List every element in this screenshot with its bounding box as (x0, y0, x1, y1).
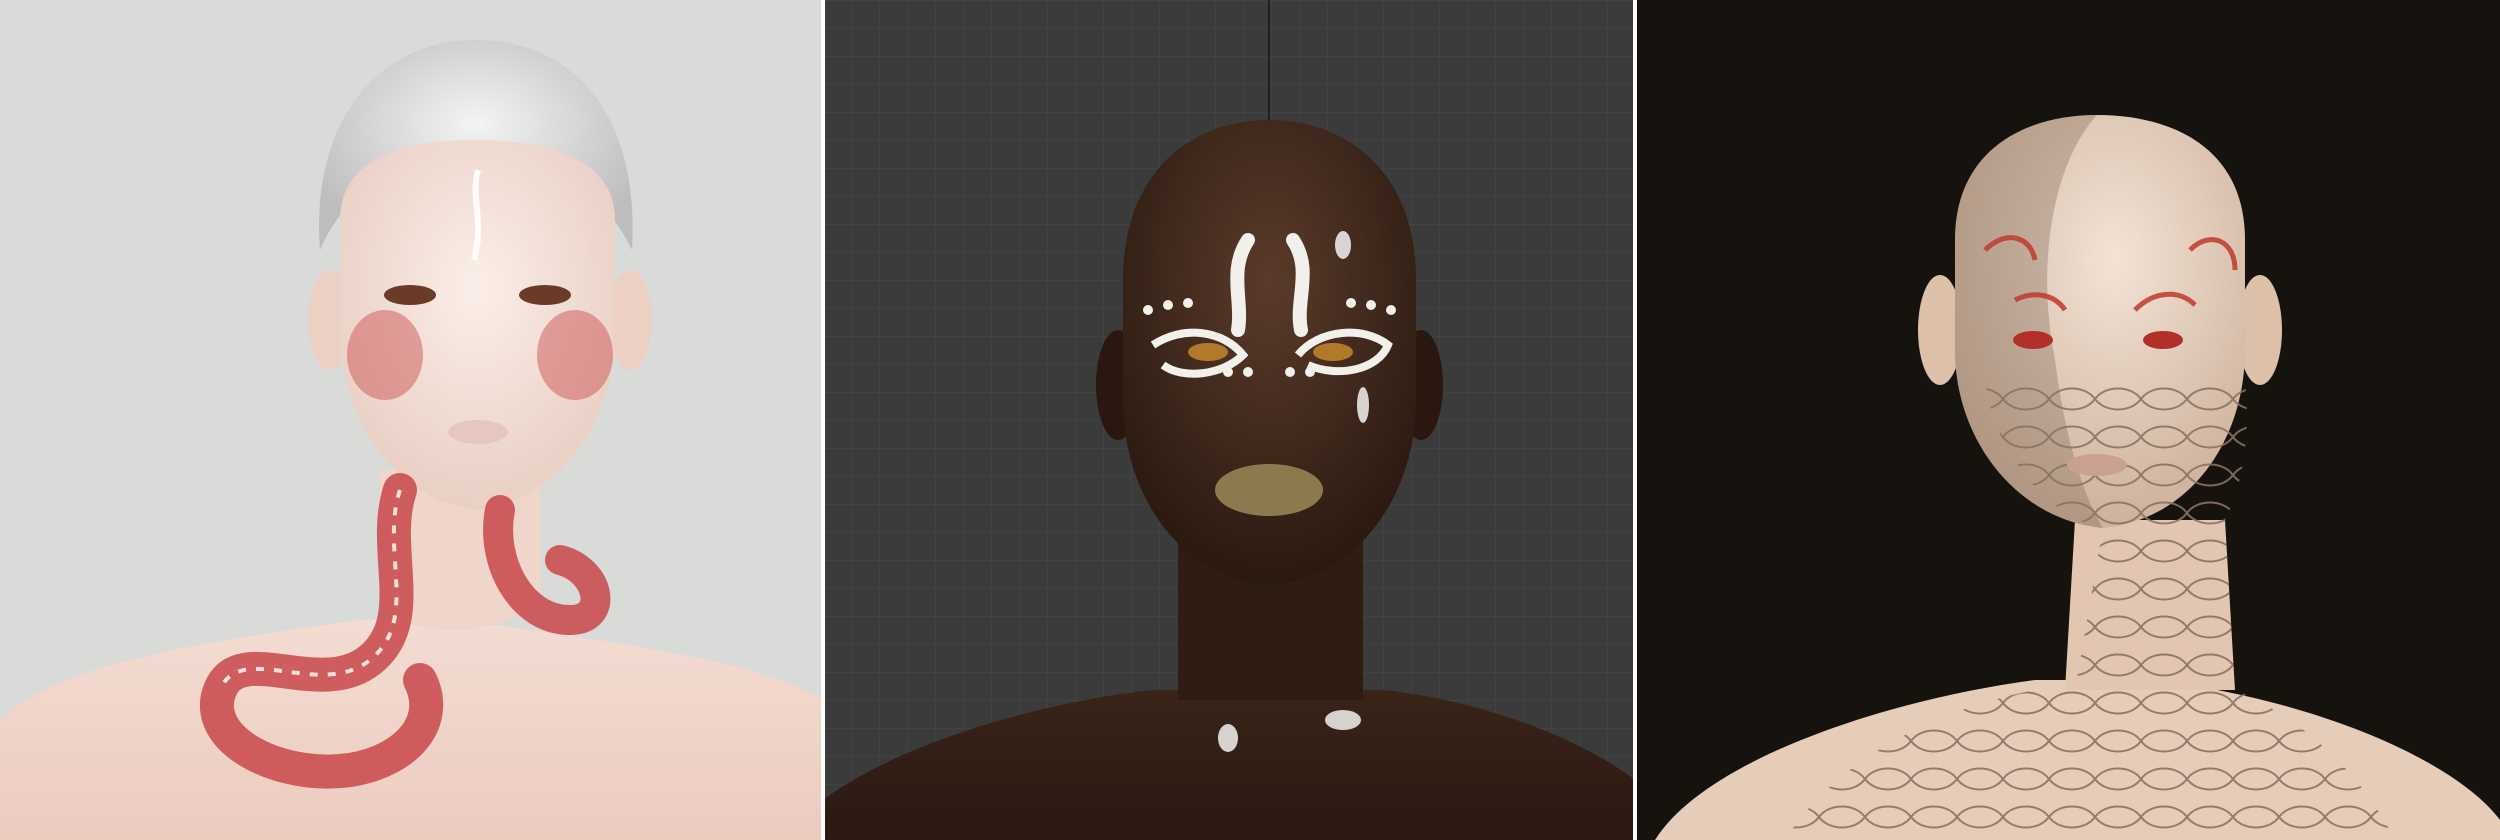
right-portrait-panel (1635, 0, 2500, 840)
panel-divider-2 (1633, 0, 1637, 840)
right-lips (2067, 454, 2127, 476)
left-cheek-blush-left (347, 310, 423, 400)
triptych-image (0, 0, 2500, 840)
middle-eye-right (1313, 343, 1353, 361)
left-eye-right (519, 285, 571, 305)
middle-eye-left (1188, 343, 1228, 361)
right-eye-right (2143, 331, 2183, 349)
left-portrait-illustration (0, 0, 823, 840)
middle-portrait-illustration (823, 0, 1635, 840)
left-forehead-mark (471, 169, 482, 261)
left-eye-left (384, 285, 436, 305)
left-portrait-panel (0, 0, 823, 840)
left-lips (448, 420, 508, 444)
middle-portrait-panel (823, 0, 1635, 840)
right-portrait-illustration (1635, 0, 2500, 840)
middle-lips (1215, 464, 1323, 516)
panel-divider-1 (821, 0, 825, 840)
left-cheek-blush-right (537, 310, 613, 400)
right-eye-left (2013, 331, 2053, 349)
